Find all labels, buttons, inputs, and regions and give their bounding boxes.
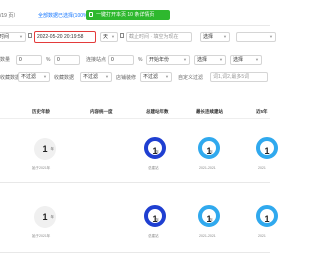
unit-select[interactable]: 天 ▼ [100,32,118,42]
store-decor-value: 不过滤 [143,74,159,80]
divider [0,25,270,26]
date-value: 2022-05-20 20:19:58 [37,34,84,40]
extra-select[interactable]: ▼ [236,32,276,42]
header-total-years: 总建站年数 [146,109,169,114]
longest-unit: 年 [209,218,214,222]
date-input[interactable]: 2022-05-20 20:19:58 [34,31,96,43]
age-unit: 年 [50,215,55,219]
store-decor-select[interactable]: 不过滤 ▼ [140,72,172,82]
custom-filter-input[interactable]: 词1,词2,最多5词 [210,72,268,82]
quantity-from-value: 0 [19,57,22,63]
calendar-icon [120,33,124,38]
favorites-a-value: 不过滤 [21,74,37,80]
chevron-down-icon: ▼ [105,74,109,79]
page-info: /19 页） [0,13,19,19]
age-circle: 1 年 [34,138,56,160]
favorites-label-b: 收藏数据 [54,75,75,81]
row-divider [0,252,270,253]
store-decor-label: 店铺装修 [116,75,137,81]
longest-streak-ring: 1 年 [198,205,220,227]
quantity-label: 数量 [0,57,11,63]
longest-streak-ring: 1 年 [198,137,220,159]
unit-value: 天 [103,34,109,40]
age-note: 始于2021年 [32,234,51,238]
total-note: 总建站 [148,166,159,170]
select-a[interactable]: 选择 ▼ [194,55,226,65]
chevron-down-icon: ▼ [269,34,273,39]
chevron-down-icon: ▼ [255,57,259,62]
recent-ring: 1 [256,205,278,227]
header-recent-5y: 近5年 [256,109,268,114]
age-unit: 年 [50,147,55,151]
start-year-select[interactable]: 开始年份 ▼ [146,55,190,65]
chevron-down-icon: ▼ [43,74,47,79]
recent-note: 2021 [258,234,266,238]
start-year-value: 开始年份 [149,57,170,63]
longest-note: 2021-2021 [199,234,216,238]
quantity-from-input[interactable]: 0 [16,55,42,65]
chevron-down-icon: ▼ [223,34,227,39]
percent2-label: % [138,57,143,63]
deadline-input[interactable]: 截止时间 · 填空为现在 [126,32,192,42]
recent-value: 1 [264,214,270,224]
calendar-icon [28,33,32,38]
recent-ring: 1 [256,137,278,159]
favorites-label-a: 收藏数据 [0,75,21,81]
time-field-value: 时间 [0,34,10,40]
total-unit: 年 [155,150,160,154]
header-history-age: 历史年龄 [32,109,50,114]
recent-note: 2021 [258,166,266,170]
age-note: 始于2021年 [32,166,51,170]
custom-filter-placeholder: 词1,词2,最多5词 [213,74,250,80]
deadline-placeholder: 截止时间 · 填空为现在 [129,34,179,40]
select-b[interactable]: 选择 ▼ [230,55,262,65]
open-details-label: 一键打开本页 10 条详情页 [96,12,155,18]
chevron-down-icon: ▼ [165,74,169,79]
favorites-select-b[interactable]: 不过滤 ▼ [80,72,112,82]
total-note: 总建站 [148,234,159,238]
chevron-down-icon: ▼ [219,57,223,62]
select-a-value: 选择 [197,57,208,63]
table-header: 历史年龄 内容统一度 总建站年数 最长连续建站 近5年 [0,104,270,119]
longest-unit: 年 [209,150,214,154]
total-years-ring: 1 年 [144,205,166,227]
link-icon [89,12,93,17]
select-b-value: 选择 [233,57,244,63]
longest-note: 2021-2021 [199,166,216,170]
value-from-input[interactable]: 0 [54,55,80,65]
quantity-to-value: 0 [111,57,114,63]
total-years-ring: 1 年 [144,137,166,159]
total-unit: 年 [155,218,160,222]
chevron-down-icon: ▼ [19,34,23,39]
row-divider [0,182,270,183]
header-content-uniformity: 内容统一度 [90,109,113,114]
check-select[interactable]: 选择 ▼ [200,32,230,42]
chevron-down-icon: ▼ [111,34,115,39]
favorites-b-value: 不过滤 [83,74,99,80]
age-circle: 1 年 [34,206,56,228]
select-all-link[interactable]: 全部数据已选择(100%) [38,14,89,19]
connect-site-label: 连接站点 [86,57,107,63]
time-field-select[interactable]: 时间 ▼ [0,32,26,42]
percent-label: % [46,57,51,63]
custom-filter-label: 自定义过滤 [178,75,204,81]
value-from-value: 0 [57,57,60,63]
chevron-down-icon: ▼ [183,57,187,62]
header-longest-streak: 最长连续建站 [196,109,223,114]
favorites-select-a[interactable]: 不过滤 ▼ [18,72,50,82]
open-details-button[interactable]: 一键打开本页 10 条详情页 [86,10,170,20]
quantity-to-input[interactable]: 0 [108,55,134,65]
recent-value: 1 [264,146,270,156]
check-value: 选择 [203,34,214,40]
